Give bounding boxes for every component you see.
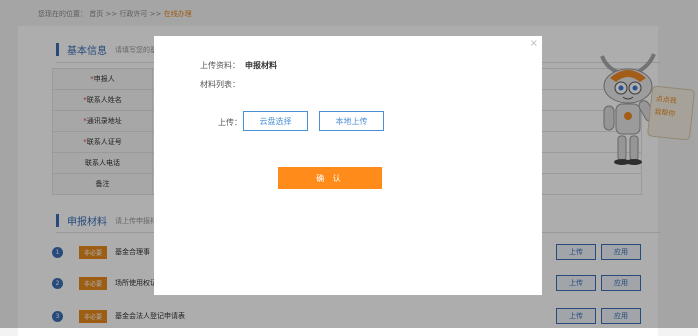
material-label: 上传资料： [200,61,240,70]
local-upload-button[interactable]: 本地上传 [319,111,384,131]
upload-modal: × 上传资料： 申报材料 材料列表： 上传： 云盘选择 本地上传 确 认 [154,36,542,295]
material-list-label: 材料列表： [200,80,240,89]
cloud-select-button[interactable]: 云盘选择 [243,111,308,131]
material-value: 申报材料 [245,61,277,70]
confirm-button[interactable]: 确 认 [278,167,382,189]
close-icon[interactable]: × [530,38,538,49]
material-row: 上传资料： 申报材料 [200,60,277,71]
upload-label: 上传： [218,118,242,127]
